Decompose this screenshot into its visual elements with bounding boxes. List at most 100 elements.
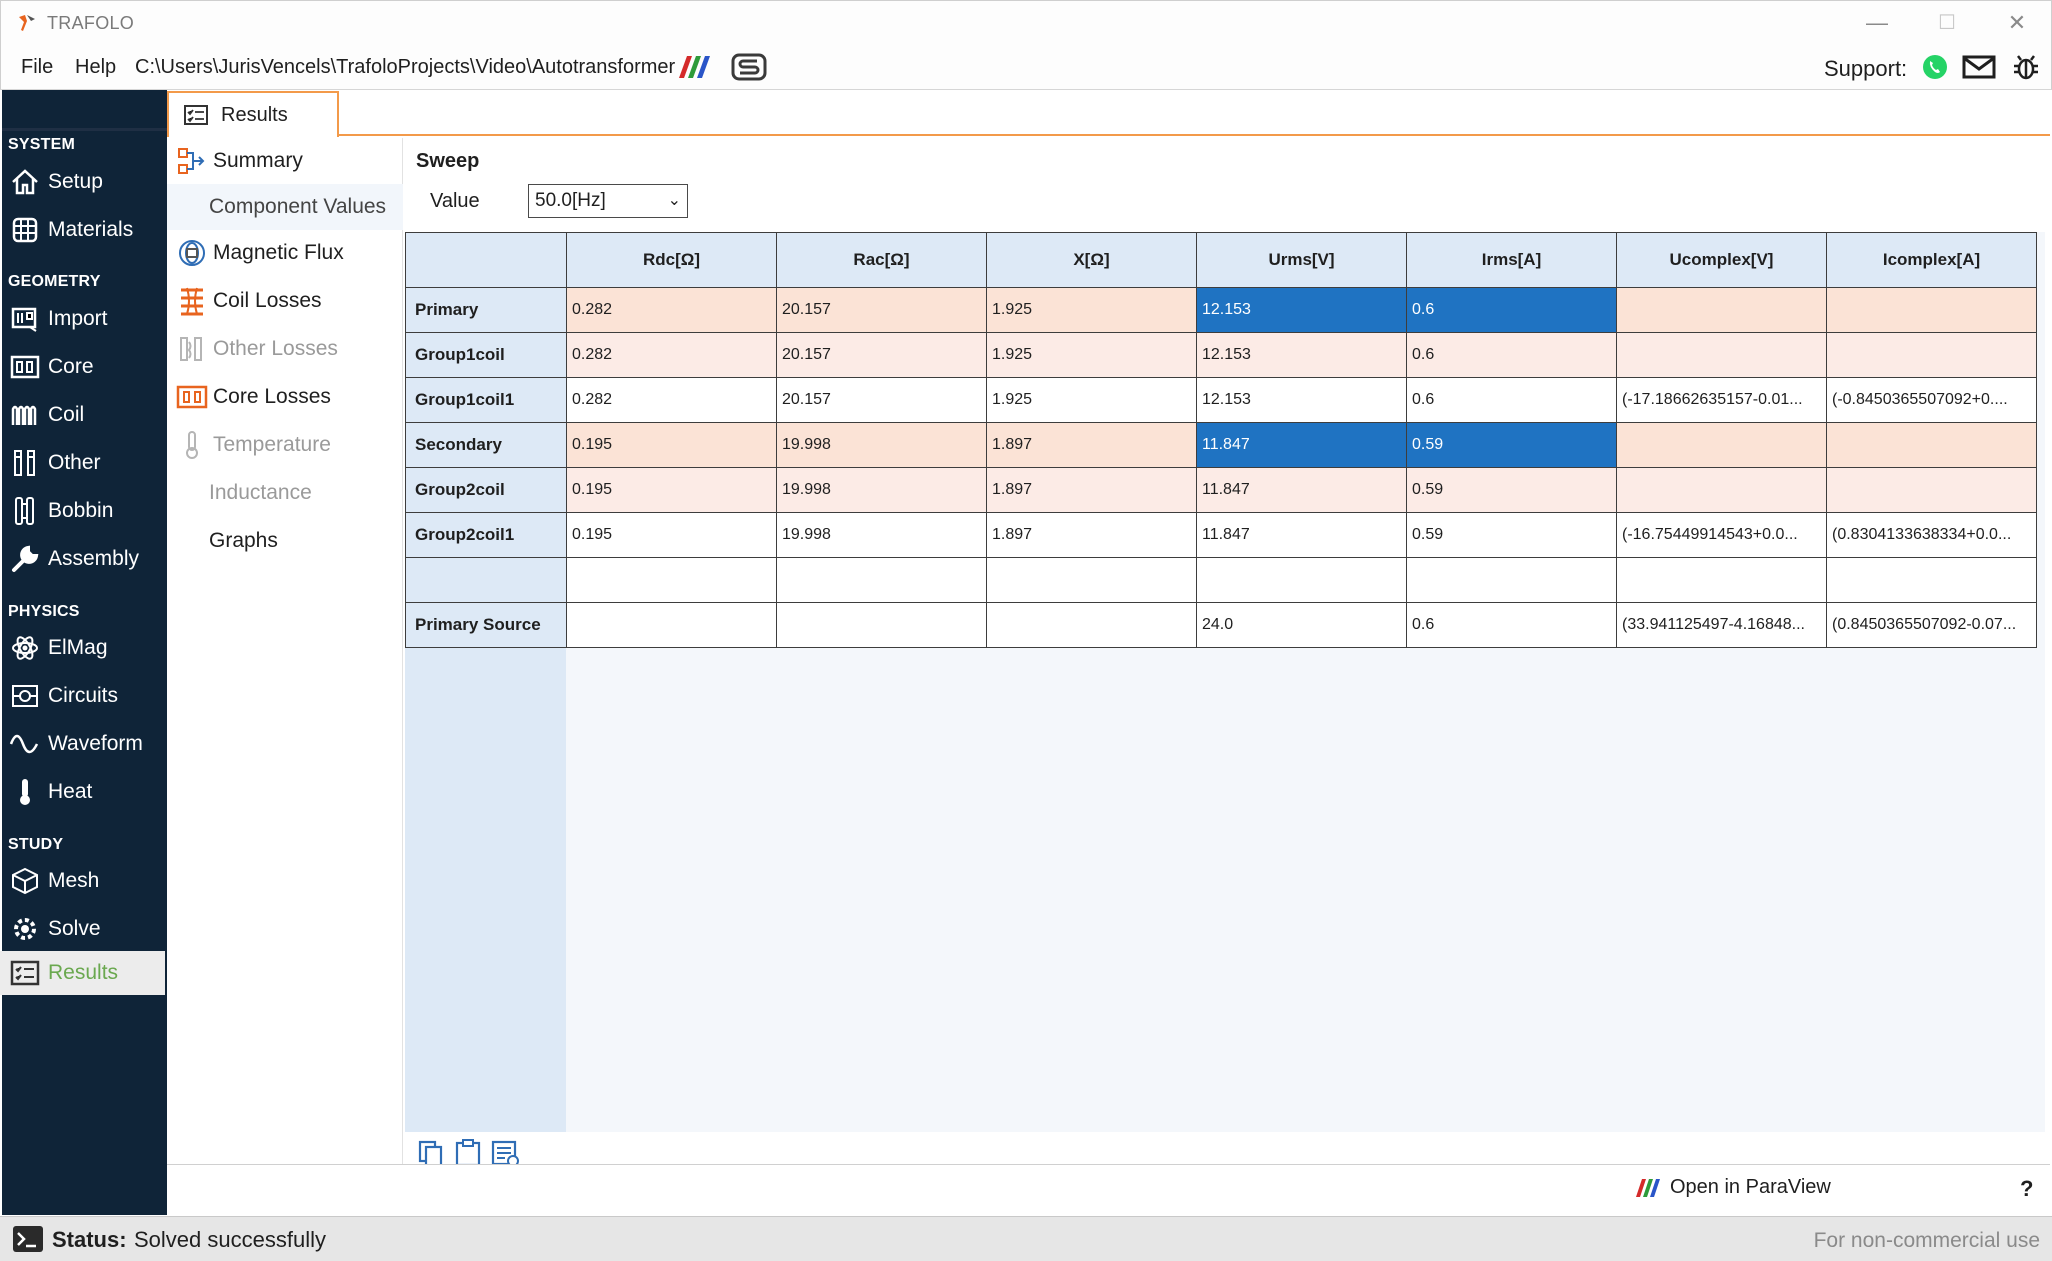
close-button[interactable]: ✕ — [1997, 9, 2037, 37]
table-row[interactable]: Group1coil1 0.282 20.157 1.925 12.153 0.6 (-17… — [405, 377, 2037, 423]
results-item-temperature[interactable]: Temperature — [167, 422, 403, 468]
column-header[interactable]: Ucomplex[V] — [1616, 232, 1827, 288]
table-cell[interactable]: (0.8450365507092-0.07... — [1826, 602, 2037, 648]
table-row[interactable]: Group1coil 0.282 20.157 1.925 12.153 0.6 — [405, 332, 2037, 378]
table-cell[interactable] — [1826, 287, 2037, 333]
nav-item-circuits[interactable]: Circuits — [0, 674, 165, 718]
results-item-component-values[interactable]: Component Values — [167, 184, 403, 230]
sweep-value-select[interactable]: 50.0[Hz] ⌄ — [528, 184, 688, 218]
nav-item-solve[interactable]: Solve — [0, 907, 165, 951]
results-item-magnetic-flux[interactable]: Magnetic Flux — [167, 230, 403, 276]
results-item-summary[interactable]: Summary — [167, 138, 403, 184]
row-header[interactable]: Group2coil1 — [405, 512, 567, 558]
nav-item-assembly[interactable]: Assembly — [0, 537, 165, 581]
help-button[interactable]: ? — [2020, 1176, 2033, 1202]
table-cell[interactable]: 0.195 — [566, 467, 777, 513]
table-cell[interactable] — [1826, 422, 2037, 468]
nav-item-bobbin[interactable]: Bobbin — [0, 489, 165, 533]
table-cell[interactable]: 0.282 — [566, 332, 777, 378]
nav-item-setup[interactable]: Setup — [0, 160, 165, 204]
table-row[interactable]: Primary 0.282 20.157 1.925 12.153 0.6 — [405, 287, 2037, 333]
table-cell[interactable]: 11.847 — [1196, 422, 1407, 468]
table-cell[interactable]: 12.153 — [1196, 287, 1407, 333]
table-cell[interactable]: 19.998 — [776, 467, 987, 513]
table-cell[interactable]: (33.941125497-4.16848... — [1616, 602, 1827, 648]
nav-item-other[interactable]: Other — [0, 441, 165, 485]
table-cell[interactable] — [1616, 332, 1827, 378]
table-cell[interactable] — [1826, 332, 2037, 378]
column-header[interactable]: Rac[Ω] — [776, 232, 987, 288]
table-cell[interactable]: 0.6 — [1406, 332, 1617, 378]
table-cell[interactable]: 24.0 — [1196, 602, 1407, 648]
nav-item-materials[interactable]: Materials — [0, 208, 165, 252]
table-cell[interactable] — [1616, 287, 1827, 333]
table-cell[interactable]: 0.195 — [566, 422, 777, 468]
table-cell[interactable]: (-17.18662635157-0.01... — [1616, 377, 1827, 423]
simulation-logo-icon[interactable] — [731, 52, 767, 82]
nav-item-heat[interactable]: Heat — [0, 770, 165, 814]
table-cell[interactable]: 20.157 — [776, 332, 987, 378]
nav-item-mesh[interactable]: Mesh — [0, 859, 165, 903]
results-item-inductance[interactable]: Inductance — [167, 470, 403, 516]
table-cell[interactable] — [1616, 422, 1827, 468]
table-cell[interactable]: 0.282 — [566, 377, 777, 423]
open-in-paraview-button[interactable]: Open in ParaView — [1634, 1176, 1831, 1199]
column-header[interactable]: X[Ω] — [986, 232, 1197, 288]
column-header[interactable]: Irms[A] — [1406, 232, 1617, 288]
results-item-coil-losses[interactable]: Coil Losses — [167, 278, 403, 324]
column-header[interactable]: Urms[V] — [1196, 232, 1407, 288]
table-cell[interactable]: 19.998 — [776, 422, 987, 468]
table-cell[interactable] — [776, 602, 987, 648]
table-cell[interactable]: 1.897 — [986, 422, 1197, 468]
table-cell[interactable]: (0.8304133638334+0.0... — [1826, 512, 2037, 558]
table-cell[interactable] — [1616, 557, 1827, 603]
terminal-icon[interactable] — [12, 1225, 44, 1253]
table-cell[interactable]: 0.6 — [1406, 602, 1617, 648]
row-header[interactable]: Group1coil — [405, 332, 567, 378]
nav-item-import[interactable]: Import — [0, 297, 165, 341]
minimize-button[interactable]: — — [1857, 9, 1897, 37]
table-cell[interactable]: 1.897 — [986, 467, 1197, 513]
table-cell[interactable] — [1196, 557, 1407, 603]
table-cell[interactable] — [986, 557, 1197, 603]
nav-item-results[interactable]: Results — [0, 951, 165, 995]
column-header[interactable]: Icomplex[A] — [1826, 232, 2037, 288]
mail-icon[interactable] — [1962, 55, 1996, 79]
table-row[interactable] — [405, 557, 2037, 603]
nav-item-elmag[interactable]: ElMag — [0, 626, 165, 670]
table-cell[interactable]: 0.195 — [566, 512, 777, 558]
menu-file[interactable]: File — [21, 56, 53, 79]
table-cell[interactable]: (-0.8450365507092+0.... — [1826, 377, 2037, 423]
table-row[interactable]: Primary Source 24.0 0.6 (33.941125497-4.168… — [405, 602, 2037, 648]
table-cell[interactable]: 12.153 — [1196, 377, 1407, 423]
row-header[interactable] — [405, 557, 567, 603]
maximize-button[interactable]: ☐ — [1927, 9, 1967, 37]
row-header[interactable]: Primary — [405, 287, 567, 333]
bug-report-icon[interactable] — [2011, 52, 2041, 82]
table-cell[interactable]: 19.998 — [776, 512, 987, 558]
table-cell[interactable] — [776, 557, 987, 603]
results-item-graphs[interactable]: Graphs — [167, 518, 403, 564]
nav-item-coil[interactable]: Coil — [0, 393, 165, 437]
table-cell[interactable] — [1826, 557, 2037, 603]
table-cell[interactable] — [566, 602, 777, 648]
paraview-icon[interactable] — [675, 54, 715, 80]
table-cell[interactable]: 0.6 — [1406, 377, 1617, 423]
table-cell[interactable] — [1406, 557, 1617, 603]
menu-help[interactable]: Help — [75, 56, 116, 79]
table-cell[interactable] — [986, 602, 1197, 648]
table-cell[interactable]: 0.59 — [1406, 467, 1617, 513]
row-header[interactable]: Group2coil — [405, 467, 567, 513]
table-cell[interactable]: 1.925 — [986, 332, 1197, 378]
table-cell[interactable]: 0.59 — [1406, 512, 1617, 558]
table-cell[interactable]: 11.847 — [1196, 467, 1407, 513]
table-cell[interactable]: 20.157 — [776, 287, 987, 333]
row-header[interactable]: Primary Source — [405, 602, 567, 648]
table-cell[interactable]: 0.6 — [1406, 287, 1617, 333]
table-cell[interactable]: 20.157 — [776, 377, 987, 423]
row-header[interactable]: Group1coil1 — [405, 377, 567, 423]
table-row[interactable]: Secondary 0.195 19.998 1.897 11.847 0.59 — [405, 422, 2037, 468]
table-cell[interactable]: 0.59 — [1406, 422, 1617, 468]
results-item-core-losses[interactable]: Core Losses — [167, 374, 403, 420]
table-cell[interactable] — [1826, 467, 2037, 513]
